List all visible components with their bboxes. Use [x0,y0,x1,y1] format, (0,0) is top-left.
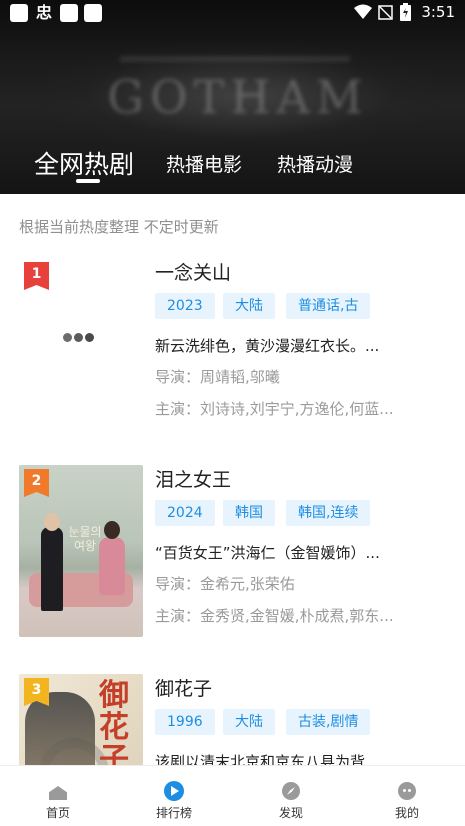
item-director: 导演：周靖韬,邬曦 [155,368,280,386]
notification-icon [84,4,102,22]
discover-icon [281,781,301,801]
nav-label: 排行榜 [155,806,192,820]
header-banner: GOTHAM 忠 3:51 全网热剧 热播电影 热播动漫 [0,0,465,194]
item-description: “百货女王”洪海仁（金智媛饰）... [155,544,380,562]
poster-title: 눈물의 여왕 [68,525,102,553]
bottom-navigation: 首页 排行榜 发现 我的 [0,765,465,826]
tag-year: 2024 [155,500,215,526]
nav-label: 首页 [45,806,70,820]
nav-discover[interactable]: 发现 [233,766,349,826]
battery-icon [400,3,412,21]
active-tab-indicator [76,179,100,183]
list-subtitle: 根据当前热度整理 不定时更新 [19,218,219,236]
nav-ranking[interactable]: 排行榜 [116,766,232,826]
status-bar: 忠 3:51 [0,0,465,26]
rank-icon [164,781,184,801]
tag-region: 大陆 [223,709,275,735]
item-cast: 主演：金秀贤,金智媛,朴成焄,郭东... [155,607,394,625]
tag-year: 2023 [155,293,215,319]
tab-hot-movies[interactable]: 热播电影 [166,150,242,177]
nav-home[interactable]: 首页 [0,766,116,826]
banner-subtext-blur [120,56,350,62]
tag-region: 大陆 [223,293,275,319]
tag-region: 韩国 [223,500,275,526]
notification-icon [60,4,78,22]
status-time: 3:51 [421,3,455,21]
item-title[interactable]: 泪之女王 [155,465,231,492]
list-item[interactable]: 1 一念关山 2023 大陆 普通话,古 新云洗绯色，黄沙漫漫红衣长。... 导… [0,258,465,444]
app-notification-icon: 忠 [35,3,52,22]
nav-label: 我的 [394,806,419,820]
category-tabs: 全网热剧 热播电影 热播动漫 [0,140,465,186]
home-icon [48,781,68,801]
nav-label: 发现 [278,806,303,820]
tab-hot-anime[interactable]: 热播动漫 [277,150,353,177]
item-cast: 主演：刘诗诗,刘宇宁,方逸伦,何蓝... [155,400,394,418]
nav-profile[interactable]: 我的 [349,766,465,826]
ranking-list[interactable]: 根据当前热度整理 不定时更新 1 一念关山 2023 大陆 普通话,古 新云洗绯… [0,194,465,765]
tag-genre: 普通话,古 [286,293,371,319]
item-description: 该剧以清末北京和京东八县为背... [155,753,380,765]
profile-icon [397,781,417,801]
tag-genre: 古装,剧情 [286,709,371,735]
banner-background-text: GOTHAM [107,70,369,124]
item-description: 新云洗绯色，黄沙漫漫红衣长。... [155,337,380,355]
signal-icon [378,5,394,20]
item-title[interactable]: 御花子 [155,674,212,701]
item-director: 导演：金希元,张荣佑 [155,575,295,593]
loading-indicator [63,333,94,342]
notification-icon [10,4,28,22]
tab-hot-dramas[interactable]: 全网热剧 [34,145,134,181]
status-left: 忠 [10,4,102,22]
item-title[interactable]: 一念关山 [155,258,231,285]
status-right: 3:51 [354,3,455,21]
tag-year: 1996 [155,709,215,735]
tag-genre: 韩国,连续 [286,500,371,526]
poster-title: 御花子 [99,678,129,766]
list-item[interactable]: 눈물의 여왕 2 泪之女王 2024 韩国 韩国,连续 “百货女王”洪海仁（金智… [0,465,465,651]
wifi-icon [354,4,373,19]
list-item[interactable]: 御花子 3 御花子 1996 大陆 古装,剧情 该剧以清末北京和京东八县为背..… [0,674,465,765]
